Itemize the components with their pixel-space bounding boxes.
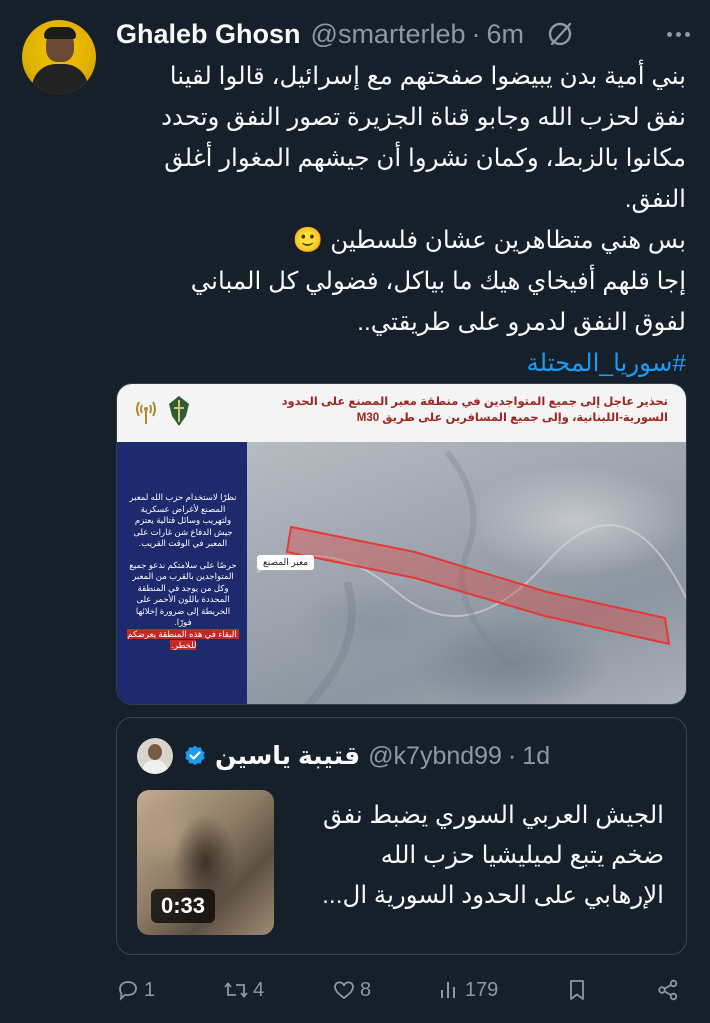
separator-dot: · <box>471 18 481 49</box>
share-icon <box>658 979 678 1001</box>
like-count: 8 <box>359 978 372 1001</box>
satellite-map <box>247 442 686 704</box>
quoted-author-avatar[interactable] <box>137 738 173 774</box>
like-button[interactable]: 8 <box>332 978 371 1002</box>
quoted-tweet-header: قتيبة ياسين @k7ybnd99 · 1d <box>137 736 666 776</box>
quoted-video-thumbnail[interactable]: 0:33 <box>137 790 274 935</box>
views-button[interactable]: 179 <box>439 978 498 1002</box>
quoted-author-handle[interactable]: @k7ybnd99 <box>368 742 502 771</box>
tweet-action-bar: 1 4 8 179 <box>116 972 680 1008</box>
antenna-logo-icon <box>136 401 156 424</box>
tweet-text-line: إجا قلهم أفيخاي هيك ما بياكل، فضولي كل ا… <box>190 268 686 295</box>
slashed-circle-icon[interactable] <box>546 19 576 49</box>
author-handle[interactable]: @smarterleb <box>311 19 466 50</box>
views-icon <box>440 982 455 998</box>
reply-count: 1 <box>144 978 156 1001</box>
tweet-text-line: لفوق النفق لدمرو على طريقتي.. <box>357 309 686 336</box>
view-count: 179 <box>464 978 499 1001</box>
repost-icon <box>224 982 248 998</box>
quoted-tweet-timestamp[interactable]: 1d <box>522 742 550 771</box>
share-button[interactable] <box>656 978 680 1002</box>
tweet-text-line: مكانوا بالزبط، وكمان نشروا أن جيشهم المغ… <box>164 145 686 172</box>
tweet-media-image[interactable]: تحذير عاجل إلى جميع المتواجدين في منطقة … <box>116 383 687 705</box>
media-side-text-main: نظرًا لاستخدام حزب الله لمعبر المصنع لأغ… <box>129 492 237 548</box>
tweet-text-line: بس هني متظاهرين عشان فلسطين 🙂 <box>292 227 686 254</box>
tweet-body: بني أمية بدن يبيضوا صفحتهم مع إسرائيل، ق… <box>112 56 686 384</box>
media-header-banner: تحذير عاجل إلى جميع المتواجدين في منطقة … <box>117 384 686 442</box>
video-duration: 0:33 <box>151 889 216 923</box>
quoted-tweet[interactable]: قتيبة ياسين @k7ybnd99 · 1d 0:33 الجيش ال… <box>116 717 687 955</box>
reply-button[interactable]: 1 <box>116 978 155 1002</box>
author-avatar[interactable] <box>22 20 96 94</box>
quoted-author-name[interactable]: قتيبة ياسين <box>215 741 360 771</box>
idf-emblem-icon <box>169 396 189 426</box>
reply-icon <box>119 981 137 1001</box>
more-icon[interactable] <box>667 31 690 37</box>
author-name[interactable]: Ghaleb Ghosn <box>116 19 301 50</box>
repost-count: 4 <box>252 978 265 1001</box>
quoted-text-line: ضخم يتبع لميليشيا حزب الله <box>380 842 664 869</box>
media-title: تحذير عاجل إلى جميع المتواجدين في منطقة … <box>281 396 668 424</box>
tweet-timestamp[interactable]: 6m <box>486 19 524 50</box>
tweet-text-line: بني أمية بدن يبيضوا صفحتهم مع إسرائيل، ق… <box>169 63 686 90</box>
bookmark-button[interactable] <box>566 978 588 1002</box>
media-logos <box>133 394 193 428</box>
heart-icon <box>334 981 354 1000</box>
map-location-label: معبر المصنع <box>257 555 315 570</box>
quoted-tweet-body: الجيش العربي السوري يضبط نفق ضخم يتبع لم… <box>284 796 664 916</box>
media-side-warning: البقاء في هذه المنطقة يعرضكم للخطر. <box>127 628 239 650</box>
media-warning-panel: نظرًا لاستخدام حزب الله لمعبر المصنع لأغ… <box>117 442 247 704</box>
quoted-text-line: الإرهابي على الحدود السورية ال... <box>322 882 664 909</box>
tweet-text-line: النفق. <box>624 186 686 213</box>
tweet-header: Ghaleb Ghosn @smarterleb · 6m <box>116 16 690 52</box>
bookmark-icon <box>570 980 585 1000</box>
quoted-text-line: الجيش العربي السوري يضبط نفق <box>323 802 664 829</box>
media-side-text-second: حرصًا على سلامتكم ندعو جميع المتواجدين ب… <box>129 559 237 628</box>
hashtag-link[interactable]: #سوريا_المحتلة <box>527 350 686 377</box>
tweet-text-line: نفق لحزب الله وجابو قناة الجزيرة تصور ال… <box>161 104 686 131</box>
separator-dot: · <box>507 741 517 770</box>
verified-badge-icon <box>185 745 205 766</box>
repost-button[interactable]: 4 <box>223 978 264 1002</box>
